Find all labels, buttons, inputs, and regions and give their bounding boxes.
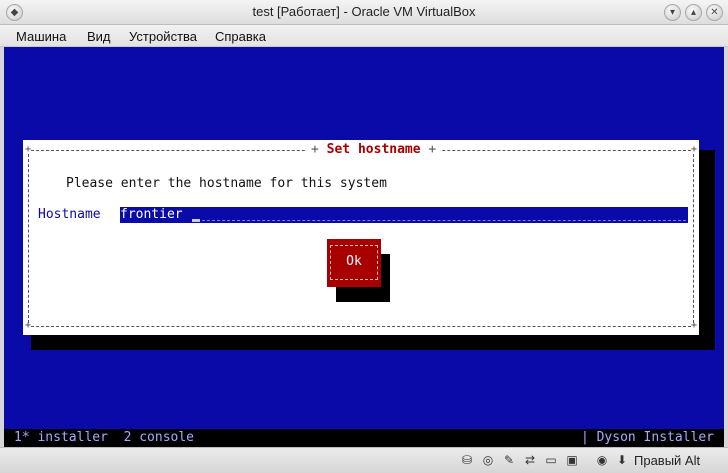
hard-disk-icon[interactable]: ⛁ [459, 452, 475, 468]
display-icon[interactable]: ▣ [564, 452, 580, 468]
installer-name: | Dyson Installer [580, 430, 714, 445]
mouse-integration-icon[interactable]: ◉ [594, 452, 610, 468]
dialog-prompt: Please enter the hostname for this syste… [66, 176, 387, 191]
dialog-title: Set hostname [307, 142, 441, 157]
shared-folders-icon[interactable]: ▭ [543, 452, 559, 468]
vbox-status-bar: ⛁ ◎ ✎ ⇄ ▭ ▣ ◉ ⬇ Правый Alt [0, 447, 728, 473]
usb-icon[interactable]: ✎ [501, 452, 517, 468]
hostname-input[interactable]: frontier [120, 207, 688, 223]
corner-icon: + [25, 320, 32, 331]
maximize-icon[interactable]: ▴ [685, 4, 702, 21]
keyboard-capture-icon[interactable]: ⬇ [614, 452, 630, 468]
menu-devices[interactable]: Устройства [129, 29, 197, 44]
close-icon[interactable]: ✕ [706, 4, 723, 21]
dialog-border-bottom [31, 326, 691, 327]
vm-screen[interactable]: + + + + Set hostname Please enter the ho… [4, 47, 724, 447]
console-status-line: 1* installer 2 console | Dyson Installer [4, 429, 724, 447]
hostname-label: Hostname [38, 207, 101, 222]
dialog-border-right [693, 154, 694, 323]
ok-button[interactable]: Ok [327, 239, 381, 287]
minimize-icon[interactable]: ▾ [664, 4, 681, 21]
corner-icon: + [690, 144, 697, 155]
ok-button-label: Ok [346, 254, 362, 269]
dialog-border-left [28, 154, 29, 323]
host-key-label: Правый Alt [634, 453, 701, 468]
corner-icon: + [690, 320, 697, 331]
menu-view[interactable]: Вид [87, 29, 111, 44]
field-underline [202, 220, 686, 221]
title-bar: ◆ test [Работает] - Oracle VM VirtualBox… [0, 0, 728, 25]
menu-help[interactable]: Справка [215, 29, 266, 44]
optical-drive-icon[interactable]: ◎ [480, 452, 496, 468]
menu-machine[interactable]: Машина [16, 29, 66, 44]
window-title: test [Работает] - Oracle VM VirtualBox [252, 4, 476, 19]
hostname-dialog: + + + + Set hostname Please enter the ho… [23, 140, 699, 335]
corner-icon: + [25, 144, 32, 155]
console-tabs: 1* installer 2 console [14, 430, 195, 445]
network-icon[interactable]: ⇄ [522, 452, 538, 468]
hostname-value: frontier [120, 207, 183, 222]
menu-bar: Машина Вид Устройства Справка [0, 25, 728, 47]
text-cursor [192, 219, 200, 222]
